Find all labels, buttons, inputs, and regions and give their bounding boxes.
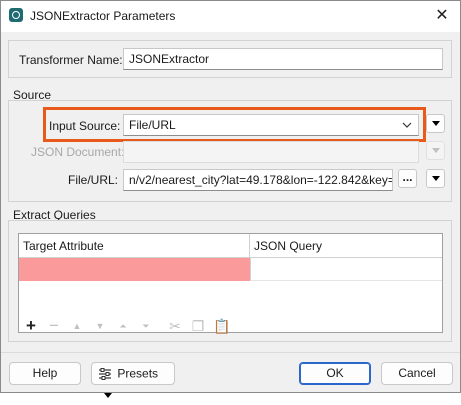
file-url-label: File/URL: [68,173,119,187]
footer-divider [1,352,460,353]
json-document-options-button [426,141,445,160]
copy-icon: ❐ [191,318,205,334]
move-to-bottom-icon: ⏷ [142,321,150,331]
help-button[interactable]: Help [9,362,81,385]
json-query-cell[interactable] [250,258,442,281]
move-to-top-icon: ⏶ [119,321,127,331]
presets-label: Presets [117,366,159,381]
json-document-label: JSON Document: [31,145,125,159]
transformer-name-input[interactable]: JSONExtractor [123,48,443,70]
sliders-icon [99,367,111,380]
dialog-window: JSONExtractor Parameters ✕ Transformer N… [0,0,461,398]
transformer-name-label: Transformer Name: [19,53,123,67]
add-row-icon[interactable]: + [23,317,39,334]
presets-button[interactable]: Presets [91,362,175,398]
remove-row-icon: − [49,316,59,335]
column-header-target-attribute[interactable]: Target Attribute [19,234,250,258]
cut-icon: ✂ [169,318,181,334]
window-title: JSONExtractor Parameters [30,9,176,23]
file-url-options-button[interactable] [426,169,445,188]
target-attribute-cell[interactable] [19,258,250,281]
annotation-highlight-box [43,107,426,142]
column-header-json-query[interactable]: JSON Query [250,234,442,258]
presets-dropdown-icon [104,392,112,398]
move-up-icon: ▲ [72,321,82,331]
browse-button[interactable]: ... [398,169,417,188]
file-url-input[interactable]: n/v2/nearest_city?lat=49.178&lon=-122.84… [123,169,393,191]
app-icon [9,8,23,22]
json-document-input [123,141,419,163]
input-source-options-button[interactable] [426,114,445,133]
close-icon[interactable]: ✕ [430,5,454,27]
move-down-icon: ▼ [95,321,105,331]
dialog-content: Transformer Name: JSONExtractor Source I… [1,32,460,398]
title-bar: JSONExtractor Parameters ✕ [1,1,460,32]
ok-button[interactable]: OK [299,362,371,385]
cancel-button[interactable]: Cancel [381,362,453,385]
paste-icon: 📋 [213,318,231,334]
